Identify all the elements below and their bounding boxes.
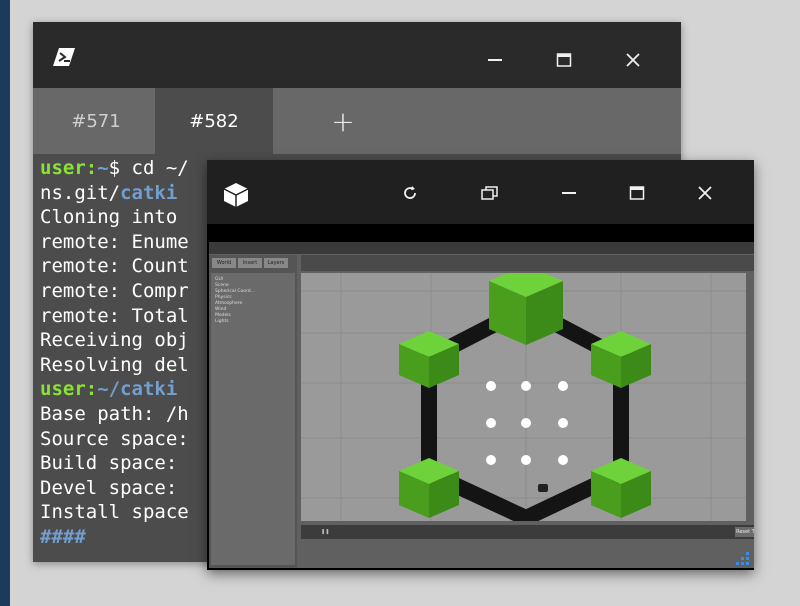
terminal-text-segment: $ cd ~/: [108, 157, 189, 179]
gazebo-tab-insert[interactable]: Insert: [238, 258, 262, 268]
tree-item[interactable]: Lights: [215, 319, 291, 325]
terminal-text-segment: catki: [120, 181, 178, 204]
terminal-text-segment: remote: Enume: [40, 230, 189, 253]
terminal-line: user:~$ cd ~/: [40, 156, 189, 181]
cube-app-icon: [223, 183, 249, 207]
close-button[interactable]: [601, 42, 665, 78]
gazebo-menubar[interactable]: [209, 242, 754, 254]
gazebo-tab-world[interactable]: World: [212, 258, 236, 268]
gazebo-world-tree[interactable]: GUI Scene Spherical Coord... Physics Atmosph…: [211, 273, 295, 565]
terminal-titlebar[interactable]: [33, 22, 681, 88]
terminal-line: Receiving obj: [40, 328, 189, 353]
terminal-line: remote: Total: [40, 304, 189, 329]
pause-icon[interactable]: ❚❚: [321, 529, 329, 535]
terminal-text-segment: Install space: [40, 501, 189, 524]
terminal-line: ####: [40, 525, 189, 550]
resize-grip-icon[interactable]: [736, 552, 750, 566]
gazebo-status-bar: ❚❚ Reset Time: [301, 525, 754, 539]
refresh-button[interactable]: [377, 176, 443, 210]
terminal-text-segment: ns.git/: [40, 181, 121, 204]
terminal-app-icon: [53, 48, 75, 66]
terminal-line: Cloning into: [40, 205, 189, 230]
close-icon: [626, 53, 640, 67]
terminal-line: user:~/catki: [40, 377, 189, 402]
viewer-maximize-button[interactable]: [604, 176, 670, 210]
robot-marker: [538, 484, 548, 492]
gazebo-left-panel: World Insert Layers GUI Scene Spherical Co…: [209, 255, 297, 568]
terminal-tab-bar: #571 #582 +: [33, 88, 681, 154]
terminal-text-segment: Source space:: [40, 427, 189, 450]
terminal-text-segment: Resolving del: [40, 353, 189, 376]
terminal-line: remote: Enume: [40, 230, 189, 255]
terminal-text-segment: Devel space:: [40, 476, 189, 499]
gazebo-3d-scene[interactable]: [301, 273, 746, 521]
terminal-line: Source space:: [40, 427, 189, 452]
gazebo-screen: World Insert Layers GUI Scene Spherical Co…: [209, 242, 754, 568]
close-icon: [698, 186, 712, 200]
minimize-icon: [562, 192, 576, 194]
terminal-text: user:~$ cd ~/ns.git/catki Cloning into re…: [40, 156, 189, 550]
viewer-close-button[interactable]: [672, 176, 738, 210]
terminal-text-segment: remote: Compr: [40, 279, 189, 302]
maximize-icon: [629, 186, 645, 200]
gazebo-tab-layers[interactable]: Layers: [264, 258, 288, 268]
new-tab-button[interactable]: +: [313, 88, 373, 154]
viewer-content: World Insert Layers GUI Scene Spherical Co…: [207, 224, 754, 570]
terminal-text-segment: remote: Count: [40, 255, 189, 278]
refresh-icon: [404, 186, 416, 199]
terminal-text-segment: user:: [40, 157, 98, 179]
terminal-line: Resolving del: [40, 353, 189, 378]
terminal-text-segment: Receiving obj: [40, 329, 189, 352]
gazebo-toolbar[interactable]: [301, 255, 754, 271]
terminal-text-segment: ####: [40, 525, 86, 548]
viewer-minimize-button[interactable]: [536, 176, 602, 210]
minimize-button[interactable]: [463, 42, 527, 78]
restore-button[interactable]: [457, 176, 523, 210]
terminal-line: Build space:: [40, 451, 189, 476]
gazebo-panel-tabs: World Insert Layers: [212, 258, 288, 268]
terminal-line: remote: Count: [40, 254, 189, 279]
terminal-line: Base path: /h: [40, 402, 189, 427]
tab-571[interactable]: #571: [37, 88, 155, 154]
terminal-text-segment: user:: [40, 378, 98, 401]
restore-icon: [481, 186, 498, 200]
maximize-icon: [556, 53, 572, 67]
viewer-titlebar[interactable]: [207, 160, 754, 224]
terminal-line: remote: Compr: [40, 279, 189, 304]
minimize-icon: [488, 59, 502, 61]
maximize-button[interactable]: [532, 42, 596, 78]
terminal-line: ns.git/catki: [40, 181, 189, 206]
terminal-text-segment: Base path: /h: [40, 402, 189, 425]
reset-time-button[interactable]: Reset Time: [735, 527, 754, 537]
terminal-text-segment: ~: [97, 157, 109, 179]
viewer-window: World Insert Layers GUI Scene Spherical Co…: [207, 160, 754, 570]
tab-582[interactable]: #582: [155, 88, 273, 154]
terminal-text-segment: Cloning into: [40, 206, 189, 229]
terminal-text-segment: ~/catki: [97, 378, 178, 401]
terminal-text-segment: remote: Total: [40, 304, 189, 327]
terminal-line: Devel space:: [40, 476, 189, 501]
terminal-line: Install space: [40, 500, 189, 525]
terminal-text-segment: Build space:: [40, 452, 189, 475]
